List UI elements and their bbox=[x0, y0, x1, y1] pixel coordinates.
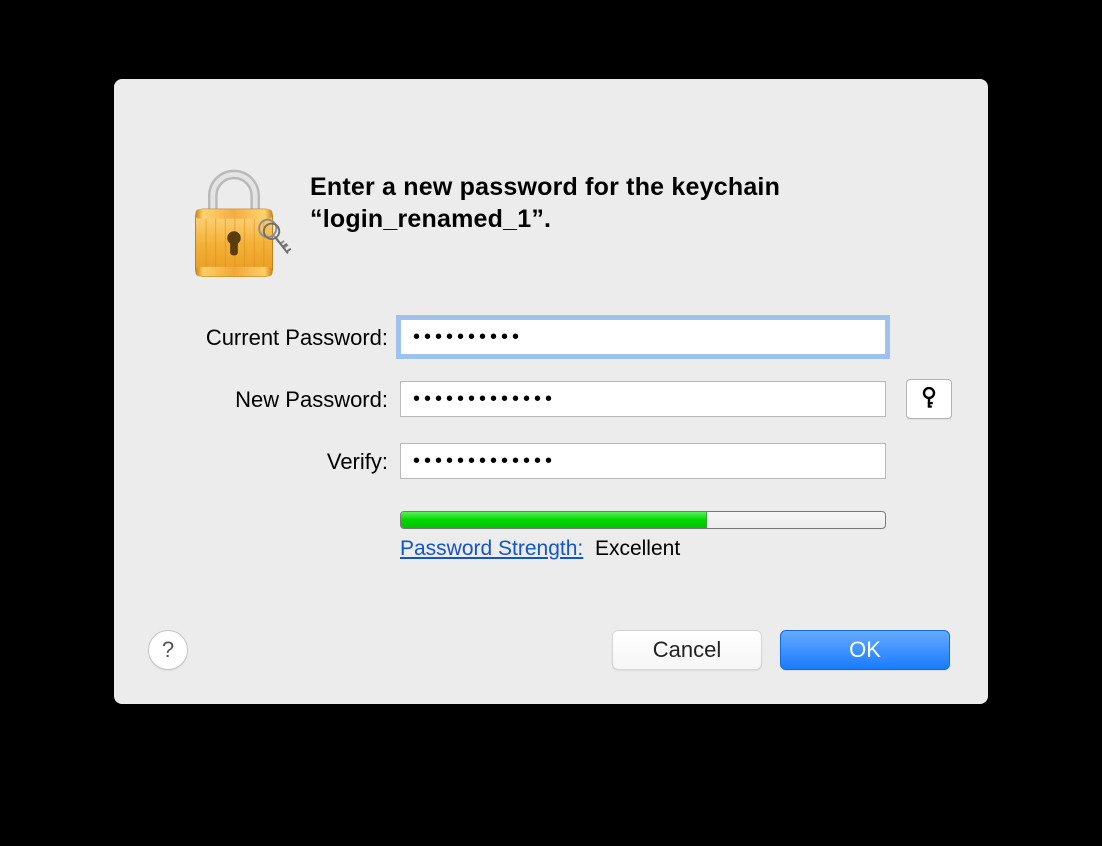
cancel-button[interactable]: Cancel bbox=[612, 630, 762, 670]
ok-button-label: OK bbox=[849, 637, 881, 663]
keychain-change-password-dialog: Enter a new password for the keychain “l… bbox=[114, 79, 988, 704]
new-password-label: New Password: bbox=[88, 387, 388, 413]
key-icon bbox=[919, 387, 939, 412]
ok-button[interactable]: OK bbox=[780, 630, 950, 670]
verify-password-label: Verify: bbox=[88, 449, 388, 475]
password-strength-meter bbox=[400, 511, 886, 529]
help-icon: ? bbox=[162, 637, 174, 663]
dialog-heading: Enter a new password for the keychain “l… bbox=[310, 171, 910, 235]
lock-icon bbox=[176, 161, 292, 291]
password-strength-value: Excellent bbox=[595, 537, 680, 560]
current-password-label: Current Password: bbox=[88, 325, 388, 351]
cancel-button-label: Cancel bbox=[653, 637, 721, 663]
help-button[interactable]: ? bbox=[148, 630, 188, 670]
password-strength-fill bbox=[401, 512, 707, 528]
password-assistant-button[interactable] bbox=[906, 379, 952, 419]
verify-password-input[interactable] bbox=[400, 443, 886, 479]
password-strength-link[interactable]: Password Strength: bbox=[400, 537, 583, 560]
current-password-input[interactable] bbox=[400, 319, 886, 355]
password-strength-row: Password Strength: Excellent bbox=[400, 537, 680, 561]
new-password-input[interactable] bbox=[400, 381, 886, 417]
